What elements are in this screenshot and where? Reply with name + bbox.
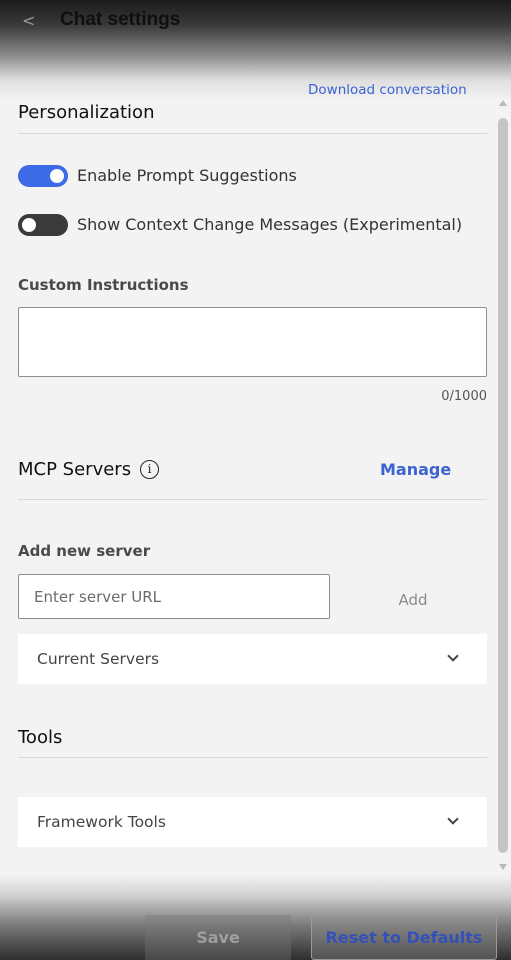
scrollbar[interactable] <box>496 96 510 876</box>
current-servers-accordion[interactable]: Current Servers <box>18 634 487 684</box>
framework-tools-label: Framework Tools <box>37 813 166 831</box>
chevron-down-icon <box>447 813 459 825</box>
tools-heading: Tools <box>18 727 63 748</box>
custom-instructions-label: Custom Instructions <box>18 276 189 294</box>
mcp-servers-heading: MCP Servers <box>18 459 132 480</box>
character-counter: 0/1000 <box>441 389 487 404</box>
current-servers-label: Current Servers <box>37 650 160 668</box>
manage-servers-link[interactable]: Manage <box>380 460 451 480</box>
prompt-suggestions-toggle[interactable] <box>18 165 68 187</box>
toggle-knob <box>22 218 36 232</box>
add-server-button[interactable]: Add <box>381 588 445 612</box>
divider <box>18 133 487 134</box>
save-button[interactable]: Save <box>145 915 291 960</box>
divider <box>18 499 487 500</box>
personalization-heading: Personalization <box>18 102 155 123</box>
scrollbar-thumb[interactable] <box>498 118 508 853</box>
info-icon[interactable]: i <box>140 460 159 479</box>
toggle-knob <box>50 169 64 183</box>
scroll-down-arrow-icon[interactable] <box>499 864 507 870</box>
chevron-down-icon <box>447 650 459 662</box>
framework-tools-accordion[interactable]: Framework Tools <box>18 797 487 847</box>
divider <box>18 757 487 758</box>
server-url-input[interactable] <box>18 574 330 619</box>
download-conversation-link[interactable]: Download conversation <box>308 81 467 99</box>
page-title: Chat settings <box>60 9 181 30</box>
add-server-label: Add new server <box>18 542 151 560</box>
reset-to-defaults-button[interactable]: Reset to Defaults <box>311 915 497 960</box>
chevron-left-icon[interactable]: < <box>22 10 42 32</box>
context-change-toggle[interactable] <box>18 214 68 236</box>
custom-instructions-textarea[interactable] <box>18 307 487 377</box>
prompt-suggestions-label: Enable Prompt Suggestions <box>77 166 297 185</box>
scroll-up-arrow-icon[interactable] <box>499 100 507 106</box>
context-change-label: Show Context Change Messages (Experiment… <box>77 215 463 234</box>
